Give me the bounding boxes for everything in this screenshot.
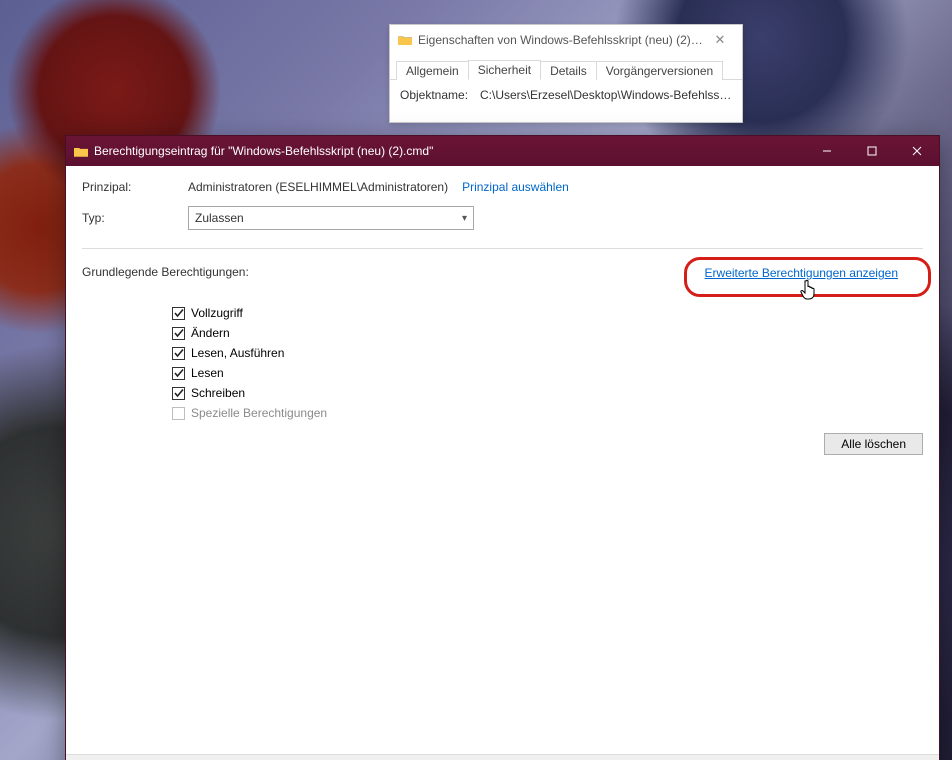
properties-window: Eigenschaften von Windows-Befehlsskript … bbox=[389, 24, 743, 123]
objectname-value: C:\Users\Erzesel\Desktop\Windows-Befehls… bbox=[480, 88, 732, 102]
permission-item: Schreiben bbox=[172, 383, 923, 403]
properties-tabs: Allgemein Sicherheit Details Vorgängerve… bbox=[390, 55, 742, 80]
minimize-button[interactable] bbox=[804, 136, 849, 166]
permission-checkbox[interactable] bbox=[172, 367, 185, 380]
permission-label: Vollzugriff bbox=[191, 306, 243, 320]
type-select[interactable]: Zulassen ▾ bbox=[188, 206, 474, 230]
permission-checkbox bbox=[172, 407, 185, 420]
permission-label: Schreiben bbox=[191, 386, 245, 400]
properties-title: Eigenschaften von Windows-Befehlsskript … bbox=[418, 33, 706, 47]
properties-titlebar[interactable]: Eigenschaften von Windows-Befehlsskript … bbox=[390, 25, 742, 55]
select-principal-link[interactable]: Prinzipal auswählen bbox=[462, 180, 569, 194]
permission-title: Berechtigungseintrag für "Windows-Befehl… bbox=[94, 144, 804, 158]
basic-permissions-header: Grundlegende Berechtigungen: Erweiterte … bbox=[82, 265, 923, 297]
folder-icon bbox=[74, 146, 88, 157]
permission-checkbox[interactable] bbox=[172, 327, 185, 340]
delete-all-row: Alle löschen bbox=[82, 433, 923, 455]
tab-vorgaengerversionen[interactable]: Vorgängerversionen bbox=[596, 61, 723, 80]
permission-checkbox[interactable] bbox=[172, 307, 185, 320]
permission-list: Vollzugriff Ändern Lesen, Ausführen Lesen Sc… bbox=[172, 303, 923, 423]
permission-client-area: Prinzipal: Administratoren (ESELHIMMEL\A… bbox=[66, 166, 939, 754]
tab-allgemein[interactable]: Allgemein bbox=[396, 61, 469, 80]
permission-label: Lesen bbox=[191, 366, 224, 380]
maximize-button[interactable] bbox=[849, 136, 894, 166]
window-buttons bbox=[804, 136, 939, 166]
hand-cursor-icon bbox=[799, 278, 819, 302]
permission-titlebar[interactable]: Berechtigungseintrag für "Windows-Befehl… bbox=[66, 136, 939, 166]
principal-row: Prinzipal: Administratoren (ESELHIMMEL\A… bbox=[82, 180, 923, 194]
permission-label: Spezielle Berechtigungen bbox=[191, 406, 327, 420]
type-row: Typ: Zulassen ▾ bbox=[82, 206, 923, 230]
properties-close-button[interactable]: ✕ bbox=[706, 32, 734, 48]
permission-item: Lesen, Ausführen bbox=[172, 343, 923, 363]
basic-permissions-label: Grundlegende Berechtigungen: bbox=[82, 265, 684, 279]
properties-objectname-row: Objektname: C:\Users\Erzesel\Desktop\Win… bbox=[390, 80, 742, 122]
principal-value: Administratoren (ESELHIMMEL\Administrato… bbox=[188, 180, 448, 194]
objectname-label: Objektname: bbox=[400, 88, 480, 102]
permission-item: Lesen bbox=[172, 363, 923, 383]
permission-label: Ändern bbox=[191, 326, 230, 340]
tab-details[interactable]: Details bbox=[540, 61, 597, 80]
principal-label: Prinzipal: bbox=[82, 180, 188, 194]
folder-icon bbox=[398, 35, 412, 46]
permission-item: Spezielle Berechtigungen bbox=[172, 403, 923, 423]
chevron-down-icon: ▾ bbox=[462, 213, 467, 224]
tab-sicherheit[interactable]: Sicherheit bbox=[468, 60, 541, 80]
permission-label: Lesen, Ausführen bbox=[191, 346, 284, 360]
close-button[interactable] bbox=[894, 136, 939, 166]
type-select-value: Zulassen bbox=[195, 211, 244, 225]
show-advanced-permissions-link[interactable]: Erweiterte Berechtigungen anzeigen bbox=[705, 266, 898, 280]
permission-item: Ändern bbox=[172, 323, 923, 343]
permission-footer: OK Abbrechen bbox=[66, 754, 939, 760]
permission-checkbox[interactable] bbox=[172, 347, 185, 360]
divider bbox=[82, 248, 923, 249]
permission-entry-window: Berechtigungseintrag für "Windows-Befehl… bbox=[65, 135, 940, 760]
permission-item: Vollzugriff bbox=[172, 303, 923, 323]
permission-checkbox[interactable] bbox=[172, 387, 185, 400]
type-label: Typ: bbox=[82, 211, 188, 225]
advanced-highlight: Erweiterte Berechtigungen anzeigen bbox=[684, 257, 931, 297]
delete-all-button[interactable]: Alle löschen bbox=[824, 433, 923, 455]
